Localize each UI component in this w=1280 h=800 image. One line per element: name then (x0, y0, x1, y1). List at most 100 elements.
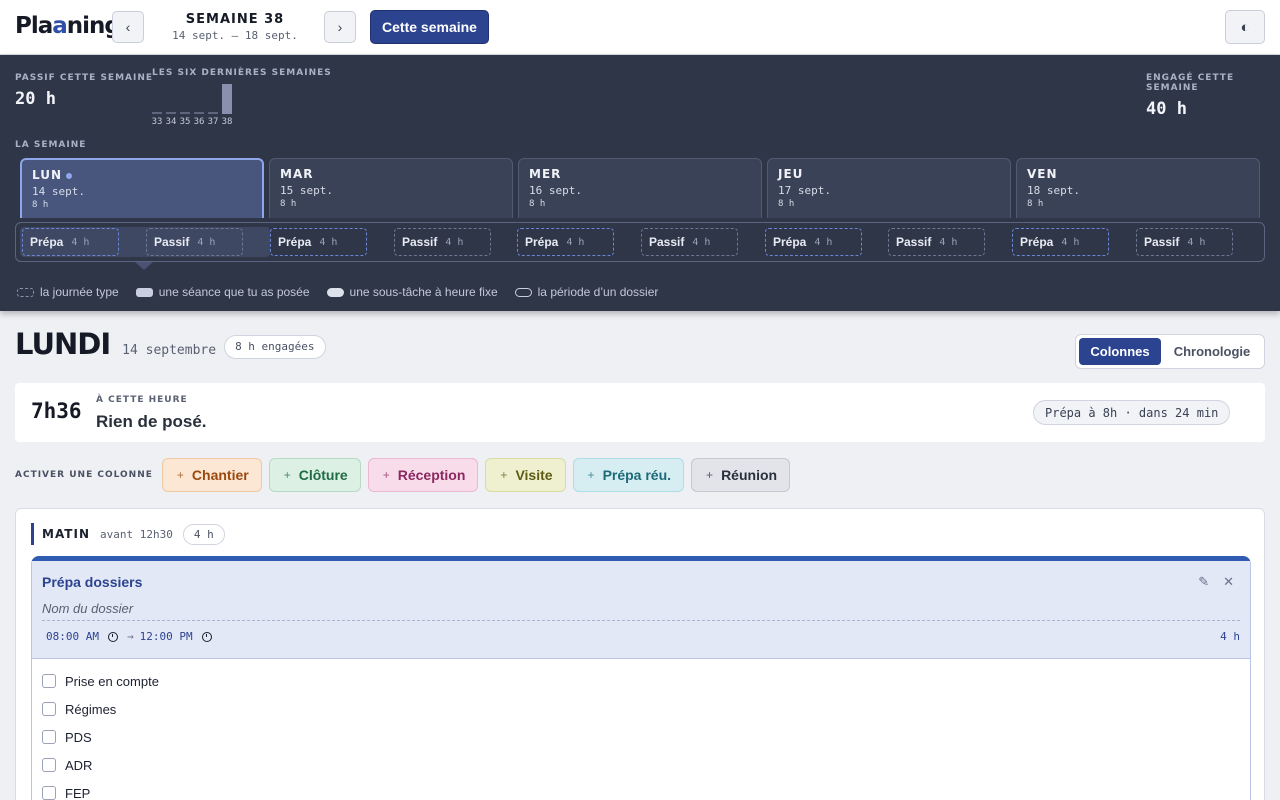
next-session-badge: Prépa à 8h · dans 24 min (1033, 400, 1231, 425)
subtask-swatch-icon (326, 287, 344, 297)
slot-passif[interactable]: Passif 4 h (888, 228, 985, 256)
checkbox[interactable] (42, 786, 56, 800)
legend-item: une sous-tâche à heure fixe (326, 285, 498, 299)
history-bar (166, 112, 176, 114)
slot-passif[interactable]: Passif 4 h (1136, 228, 1233, 256)
slot-prepa[interactable]: Prépa 4 h (22, 228, 119, 256)
next-week-button[interactable]: › (324, 11, 356, 43)
passive-stat: Passif cette semaine 20 h (15, 73, 153, 109)
section-subtitle: avant 12h30 (100, 527, 173, 541)
task-title[interactable]: Prépa dossiers (42, 574, 142, 590)
activate-column-button[interactable]: + Réunion (691, 458, 791, 492)
checklist-item: ADR (42, 751, 159, 779)
now-card: 7h36 À cette heure Rien de posé. Prépa à… (15, 383, 1265, 442)
committed-stat: Engagé cette semaine 40 h (1146, 73, 1280, 119)
clock-icon[interactable] (107, 631, 118, 642)
passive-label: Passif cette semaine (15, 73, 154, 83)
current-time: 7h36 (31, 399, 82, 423)
slot-prepa[interactable]: Prépa 4 h (765, 228, 862, 256)
contrast-icon: ◐ (1240, 18, 1250, 36)
selected-day-pointer-icon (135, 262, 153, 270)
now-label: À cette heure (96, 395, 188, 405)
day-card-lun[interactable]: LUN 14 sept. 8 h (20, 158, 264, 218)
typical-day-swatch-icon (17, 287, 34, 297)
checklist-item-label: PDS (65, 729, 92, 745)
close-icon[interactable]: ✕ (1223, 574, 1234, 590)
history-week-label: 37 (207, 117, 219, 127)
now-status: Rien de posé. (96, 412, 207, 431)
plus-icon: + (706, 468, 714, 482)
checklist-item-label: ADR (65, 757, 93, 773)
matin-column: MATIN avant 12h30 4 h Prépa dossiers ✎ ✕… (15, 508, 1265, 800)
app-logo: Plaaning (15, 13, 121, 39)
day-name: JEU (778, 167, 804, 181)
this-week-button[interactable]: Cette semaine (370, 10, 489, 44)
checklist-item-label: Régimes (65, 701, 117, 717)
activate-column-button[interactable]: + Prépa réu. (572, 458, 685, 492)
history-chart: Les six dernières semaines 33 34 35 36 37 38 (152, 68, 332, 127)
checklist-item: PDS (42, 723, 159, 751)
activate-column-button[interactable]: + Chantier (161, 458, 262, 492)
week-overview-panel: Passif cette semaine 20 h Les six derniè… (0, 55, 1280, 311)
columns-view-button[interactable]: Colonnes (1079, 338, 1161, 365)
slot-prepa[interactable]: Prépa 4 h (270, 228, 367, 256)
section-marker (31, 523, 34, 545)
slot-passif[interactable]: Passif 4 h (146, 228, 243, 256)
start-time-field[interactable]: 08:00 AM (46, 630, 99, 643)
day-card-ven[interactable]: VEN 18 sept. 8 h (1016, 158, 1260, 218)
legend-item: la période d’un dossier (514, 285, 658, 299)
history-week-label: 34 (165, 117, 177, 127)
plus-icon: + (587, 468, 595, 482)
day-card-mer[interactable]: MER 16 sept. 8 h (518, 158, 762, 218)
clock-icon[interactable] (201, 631, 212, 642)
checklist-item-label: Prise en compte (65, 673, 159, 689)
history-bar (194, 112, 204, 114)
chevron-right-icon: › (337, 19, 343, 35)
checkbox[interactable] (42, 674, 56, 688)
day-card-mar[interactable]: MAR 15 sept. 8 h (269, 158, 513, 218)
folder-name-field[interactable]: Nom du dossier (42, 601, 133, 616)
day-date: 15 sept. (280, 184, 333, 197)
end-time-field[interactable]: 12:00 PM (140, 630, 193, 643)
plus-icon: + (500, 468, 508, 482)
day-name: LUN (32, 168, 63, 182)
checklist-item: Prise en compte (42, 667, 159, 695)
history-week-label: 33 (151, 117, 163, 127)
day-card-jeu[interactable]: JEU 17 sept. 8 h (767, 158, 1011, 218)
checklist-item-label: FEP (65, 785, 91, 800)
activate-column-button[interactable]: + Réception (367, 458, 479, 492)
day-name: MAR (280, 167, 314, 181)
day-date: 17 sept. (778, 184, 831, 197)
history-week-label: 36 (193, 117, 205, 127)
timeline-view-button[interactable]: Chronologie (1172, 338, 1252, 365)
committed-badge: 8 h engagées (224, 334, 326, 359)
checklist-item: FEP (42, 779, 159, 800)
task-header: Prépa dossiers ✎ ✕ Nom du dossier 08:00 … (32, 561, 1250, 659)
today-dot-icon (66, 172, 73, 179)
checkbox[interactable] (42, 758, 56, 772)
checkbox[interactable] (42, 730, 56, 744)
slot-passif[interactable]: Passif 4 h (641, 228, 738, 256)
history-week-labels: 33 34 35 36 37 38 (152, 117, 242, 129)
task-card: Prépa dossiers ✎ ✕ Nom du dossier 08:00 … (31, 556, 1251, 800)
top-bar: Plaaning ‹ SEMAINE 38 14 sept. – 18 sept… (0, 0, 1280, 55)
slot-passif[interactable]: Passif 4 h (394, 228, 491, 256)
committed-label: Engagé cette semaine (1146, 73, 1235, 93)
edit-icon[interactable]: ✎ (1198, 574, 1209, 590)
activate-column-button[interactable]: + Visite (485, 458, 566, 492)
activate-column-label: Visite (515, 467, 553, 483)
previous-week-button[interactable]: ‹ (112, 11, 144, 43)
theme-toggle-button[interactable]: ◐ (1225, 10, 1265, 44)
matin-header: MATIN avant 12h30 4 h (31, 523, 225, 545)
slot-prepa[interactable]: Prépa 4 h (1012, 228, 1109, 256)
chevron-left-icon: ‹ (125, 19, 131, 35)
activate-column-button[interactable]: + Clôture (268, 458, 361, 492)
slot-prepa[interactable]: Prépa 4 h (517, 228, 614, 256)
legend-item: une séance que tu as posée (135, 285, 310, 299)
history-bar (222, 84, 232, 114)
history-week-label: 35 (179, 117, 191, 127)
activate-column-label: Chantier (191, 467, 249, 483)
checkbox[interactable] (42, 702, 56, 716)
day-hours: 8 h (778, 199, 795, 209)
day-date-label: 14 septembre (122, 343, 217, 358)
